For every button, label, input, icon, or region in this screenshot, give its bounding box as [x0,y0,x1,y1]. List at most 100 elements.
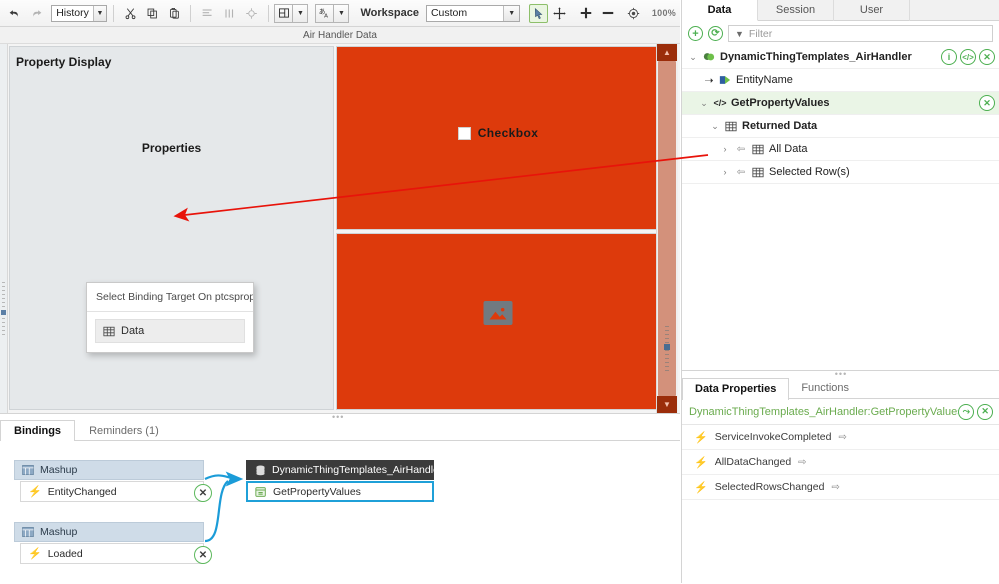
funnel-icon: ▼ [735,28,744,39]
tab-session[interactable]: Session [758,0,834,21]
plus-icon[interactable] [576,2,596,24]
workspace-value: Custom [430,6,468,19]
tree-row-all-data[interactable]: › ⇦ All Data [682,138,999,161]
mashup-icon [22,465,34,476]
plus-circle-icon[interactable]: + [688,26,703,41]
canvas-vertical-scrollbar[interactable]: ▲ ▼ [656,44,678,413]
remove-binding-icon[interactable]: ✕ [194,546,212,564]
info-icon[interactable]: i [941,49,957,65]
tab-reminders[interactable]: Reminders (1) [75,420,173,441]
tab-user[interactable]: User [834,0,910,21]
chevron-expanded-icon[interactable]: ⌄ [699,98,709,109]
zoom-level: 100% [651,8,677,18]
tree-row-label: All Data [769,143,808,155]
image-panel[interactable] [336,233,660,410]
target-icon[interactable] [241,2,261,24]
entity-icon [703,52,715,63]
tabstrip-filler [910,0,999,20]
tab-data[interactable]: Data [682,0,758,21]
cursor-arrow-icon[interactable] [529,3,548,23]
toolbar-divider-3 [267,4,269,22]
arrow-right-icon: ➝ [704,74,714,87]
refresh-circle-icon[interactable]: ⟳ [708,26,723,41]
distribute-icon[interactable] [219,2,239,24]
binding-source-event-row[interactable]: ⚡ Loaded ✕ [20,543,212,564]
chevron-up-icon[interactable]: ▲ [657,44,677,61]
remove-binding-icon[interactable]: ✕ [194,484,212,502]
align-icon[interactable] [197,2,217,24]
scrollbar-grip-marker[interactable] [664,344,670,350]
redo-arrow-icon[interactable] [26,2,46,24]
binding-source-entitychanged[interactable]: Mashup ⚡ EntityChanged ✕ [14,460,212,502]
bind-arrow-icon[interactable]: ⇦ [735,144,747,155]
bind-arrow-icon[interactable]: ⇨ [831,482,839,493]
tab-data-properties[interactable]: Data Properties [682,378,790,400]
service-events-list: ⚡ ServiceInvokeCompleted ⇨ ⚡ AllDataChan… [682,425,999,500]
binding-target-service-row[interactable]: GetPropertyValues [246,481,434,502]
chevron-collapsed-icon[interactable]: › [720,167,730,177]
right-panel-tabs: Data Session User [682,0,999,21]
checkbox-input[interactable] [457,126,471,140]
canvas-left-handle[interactable] [0,44,8,413]
mashup-canvas[interactable]: Property Display Properties Checkbox ▲ ▼… [0,44,680,413]
tree-row-dynamicthingtemplates-airhandler[interactable]: ⌄ DynamicThingTemplates_AirHandler i </>… [682,46,999,69]
chevron-down-icon[interactable]: ▼ [92,5,107,21]
data-properties-tabstrip: Data Properties Functions [682,378,999,400]
history-dropdown[interactable]: History ▼ [51,4,108,22]
bind-arrow-icon[interactable]: ⇨ [838,432,846,443]
copy-icon[interactable] [142,2,162,24]
tab-functions[interactable]: Functions [789,378,861,399]
scissors-icon[interactable] [120,2,140,24]
code-icon[interactable]: </> [960,49,976,65]
chevron-expanded-icon[interactable]: ⌄ [710,121,720,132]
resize-grip-marker[interactable] [1,310,6,315]
close-icon[interactable]: ✕ [979,95,995,111]
workspace-dropdown[interactable]: Custom ▼ [425,4,521,22]
chevron-expanded-icon[interactable]: ⌄ [688,52,698,63]
checkbox-widget[interactable]: Checkbox [337,126,659,140]
tab-bindings[interactable]: Bindings [0,420,76,442]
bindings-graph[interactable]: Mashup ⚡ EntityChanged ✕ Mashup ⚡ Loaded… [0,441,680,584]
layout-icon [274,3,294,23]
bind-arrow-icon[interactable]: ⇦ [735,167,747,178]
minus-icon[interactable] [598,2,618,24]
undo-arrow-icon[interactable] [4,2,24,24]
event-row-selectedrowschanged[interactable]: ⚡ SelectedRowsChanged ⇨ [682,475,999,500]
chevron-collapsed-icon[interactable]: › [720,144,730,154]
property-display-panel[interactable]: Property Display Properties [9,46,334,410]
popup-item-data[interactable]: Data [95,319,245,343]
chevron-down-icon[interactable]: ▼ [503,5,520,21]
tree-row-label: Returned Data [742,120,818,132]
tree-row-getpropertyvalues[interactable]: ⌄ </> GetPropertyValues ✕ [682,92,999,115]
tree-row-selected-rows[interactable]: › ⇦ Selected Row(s) [682,161,999,184]
layout-dropdown[interactable]: ▼ [274,3,309,23]
target-circle-icon[interactable] [624,2,644,24]
panel-resize-grip[interactable]: ••• [835,370,847,379]
close-icon[interactable]: ✕ [977,403,993,420]
panel-resize-grip[interactable]: ••• [332,413,348,422]
close-icon[interactable]: ✕ [979,49,995,65]
tree-row-label: Selected Row(s) [769,166,850,178]
filter-input[interactable]: ▼ Filter [728,25,993,42]
binding-source-event-label: EntityChanged [47,485,117,498]
property-display-title: Property Display [16,55,112,69]
font-dropdown[interactable]: あA ▼ [315,3,350,23]
binding-source-loaded[interactable]: Mashup ⚡ Loaded ✕ [14,522,212,564]
binding-source-event-row[interactable]: ⚡ EntityChanged ✕ [20,481,212,502]
binding-target-popup[interactable]: Select Binding Target On ptcsprop... Dat… [86,282,254,353]
chevron-down-icon[interactable]: ▼ [293,3,309,23]
event-row-serviceinvokecompleted[interactable]: ⚡ ServiceInvokeCompleted ⇨ [682,425,999,450]
tree-row-returned-data[interactable]: ⌄ Returned Data [682,115,999,138]
tree-row-entityname[interactable]: ➝ EntityName [682,69,999,92]
bind-arrow-icon[interactable]: ⇨ [798,457,806,468]
chevron-down-icon[interactable]: ▼ [657,396,677,413]
checkbox-panel[interactable]: Checkbox [336,46,660,230]
chevron-down-icon[interactable]: ▼ [334,3,350,23]
binding-source-group-header: Mashup [14,460,204,480]
share-icon[interactable]: ⤳ [958,403,975,420]
event-row-alldatachanged[interactable]: ⚡ AllDataChanged ⇨ [682,450,999,475]
binding-target-header: DynamicThingTemplates_AirHandler [246,460,442,480]
move-cross-icon[interactable] [550,2,570,24]
binding-target-node[interactable]: DynamicThingTemplates_AirHandler GetProp… [246,460,442,502]
paste-icon[interactable] [164,2,184,24]
